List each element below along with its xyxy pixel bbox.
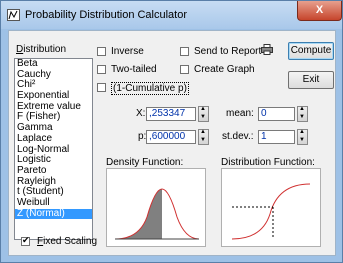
- printer-icon[interactable]: [261, 44, 273, 55]
- two-tailed-checkbox[interactable]: [97, 65, 106, 74]
- app-icon: [7, 9, 20, 21]
- distribution-chart: [221, 168, 321, 247]
- send-to-report-label: Send to Report: [194, 46, 262, 57]
- dialog-body: Distribution Beta Cauchy Chi² Exponential Ex…: [8, 30, 336, 256]
- p-spinner[interactable]: [198, 129, 209, 145]
- density-panel-label: Density Function:: [106, 157, 184, 168]
- sd-field[interactable]: 1: [258, 130, 295, 144]
- window-title: Probability Distribution Calculator: [25, 9, 188, 21]
- mean-label: mean:: [226, 108, 254, 119]
- cumulative-checkbox[interactable]: [97, 83, 106, 92]
- distribution-label: Distribution: [16, 44, 67, 55]
- fixed-scaling-label: Fixed Scaling: [37, 236, 98, 247]
- mean-spinner[interactable]: [297, 106, 308, 122]
- distribution-item[interactable]: Laplace: [15, 133, 92, 145]
- close-button[interactable]: X: [297, 1, 342, 21]
- create-graph-label: Create Graph: [194, 64, 255, 75]
- density-chart: [106, 168, 206, 247]
- distribution-list[interactable]: Beta Cauchy Chi² Exponential Extreme value F …: [14, 58, 93, 240]
- exit-button[interactable]: Exit: [288, 71, 334, 89]
- mean-field[interactable]: 0: [258, 107, 295, 121]
- sd-spinner[interactable]: [297, 129, 308, 145]
- x-label: X:: [136, 108, 146, 119]
- distribution-item[interactable]: Pareto: [15, 165, 92, 177]
- x-spinner[interactable]: [198, 106, 209, 122]
- cumulative-label: (1-Cumulative p): [111, 82, 189, 95]
- p-field[interactable]: ,600000: [146, 130, 196, 144]
- distribution-item[interactable]: Z (Normal): [15, 208, 92, 220]
- send-to-report-checkbox[interactable]: [180, 47, 189, 56]
- fixed-scaling-checkbox[interactable]: [21, 235, 30, 246]
- distribution-panel-label: Distribution Function:: [221, 157, 315, 168]
- title-bar[interactable]: Probability Distribution Calculator X: [1, 1, 342, 29]
- app-window: Probability Distribution Calculator X Di…: [0, 0, 343, 263]
- cdf-curve: [231, 183, 311, 240]
- two-tailed-label: Two-tailed: [111, 64, 157, 75]
- inverse-label: Inverse: [111, 46, 144, 57]
- compute-button[interactable]: Compute: [288, 42, 334, 60]
- x-field[interactable]: ,253347: [146, 107, 196, 121]
- sd-label: st.dev.:: [222, 131, 254, 142]
- create-graph-checkbox[interactable]: [180, 65, 189, 74]
- inverse-checkbox[interactable]: [97, 47, 106, 56]
